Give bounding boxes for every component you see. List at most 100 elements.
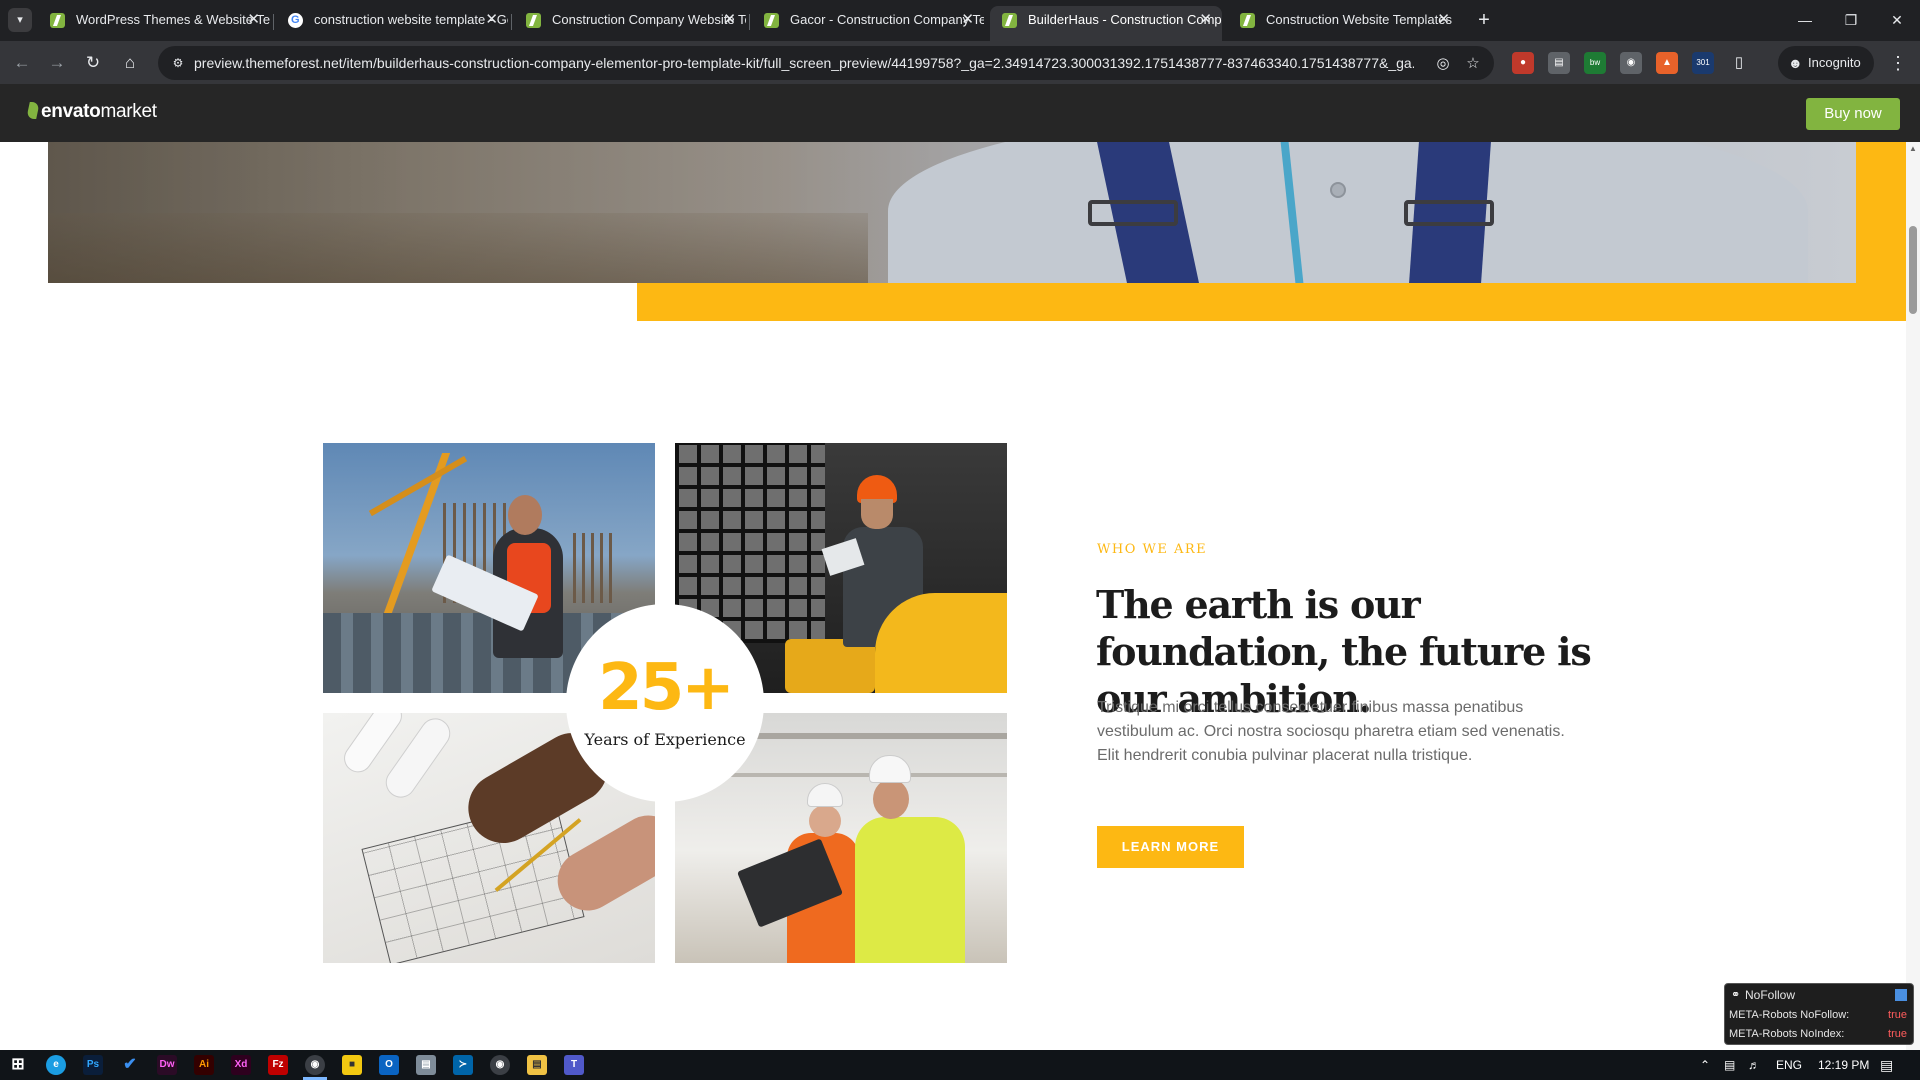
redirect-badge-icon[interactable]: 301 xyxy=(1692,52,1714,74)
close-icon[interactable]: ✕ xyxy=(247,6,260,34)
extension-printer-icon[interactable]: ▤ xyxy=(1548,52,1570,74)
machine-body xyxy=(875,593,1007,693)
close-icon[interactable]: ✕ xyxy=(723,6,736,34)
tab-builderhaus[interactable]: BuilderHaus - Construction Company Eleme… xyxy=(990,6,1222,41)
tab-construction-templates[interactable]: Construction Website Templates ✕ xyxy=(1228,6,1460,41)
google-icon xyxy=(288,6,303,34)
inspector-face xyxy=(873,779,909,819)
envato-icon xyxy=(1002,13,1017,28)
teams-icon[interactable]: T xyxy=(564,1055,584,1075)
nofollow-row-label: META-Robots NoIndex: xyxy=(1729,1028,1845,1040)
tab-title: Construction Company Website Template xyxy=(552,12,746,27)
dreamweaver-icon[interactable]: Dw xyxy=(157,1055,177,1075)
envato-market-logo[interactable]: envatomarket xyxy=(26,101,157,123)
inspector-face xyxy=(809,805,841,837)
close-icon[interactable]: ✕ xyxy=(961,6,974,34)
todo-icon[interactable]: ✔ xyxy=(120,1055,140,1075)
hero-shade xyxy=(48,142,948,283)
buy-now-button[interactable]: Buy now xyxy=(1806,98,1900,130)
learn-more-button[interactable]: LEARN MORE xyxy=(1097,826,1244,868)
close-icon[interactable]: ✕ xyxy=(1437,6,1450,34)
sticky-notes-icon[interactable]: ■ xyxy=(342,1055,362,1075)
photoshop-icon[interactable]: Ps xyxy=(83,1055,103,1075)
illustrator-icon[interactable]: Ai xyxy=(194,1055,214,1075)
close-window-icon[interactable]: ✕ xyxy=(1874,6,1920,34)
tab-divider xyxy=(511,14,512,30)
edge-icon[interactable]: e xyxy=(46,1055,66,1075)
tray-chevron-icon[interactable]: ⌃ xyxy=(1700,1050,1710,1080)
tab-gacor[interactable]: Gacor - Construction Company Template Ki… xyxy=(752,6,984,41)
home-icon[interactable]: ⌂ xyxy=(116,49,144,77)
page-scrollbar[interactable]: ▲ xyxy=(1906,142,1920,1050)
envato-leaf-icon xyxy=(26,102,40,119)
incognito-label: Incognito xyxy=(1808,55,1861,70)
close-icon[interactable]: ✕ xyxy=(1199,6,1212,34)
notepad-icon[interactable]: ▤ xyxy=(416,1055,436,1075)
photo-collage: 25+ Years of Experience xyxy=(323,443,1007,963)
chrome-profile-icon[interactable]: ◉ xyxy=(490,1055,510,1075)
camera-icon[interactable]: ◉ xyxy=(1620,52,1642,74)
close-icon[interactable]: ✕ xyxy=(485,6,498,34)
section-body: Tristique mi orci tellus consectetuer fi… xyxy=(1097,699,1565,764)
file-explorer-icon[interactable]: ▤ xyxy=(527,1055,547,1075)
filezilla-icon[interactable]: Fz xyxy=(268,1055,288,1075)
browser-menu-icon[interactable]: ⋮ xyxy=(1886,49,1910,77)
machine-step xyxy=(785,639,875,693)
section-eyebrow: WHO WE ARE xyxy=(1097,542,1208,557)
extension-orange-icon[interactable]: ▲ xyxy=(1656,52,1678,74)
notifications-icon[interactable]: ▤ xyxy=(1880,1050,1893,1080)
extensions-puzzle-icon[interactable]: ▯ xyxy=(1728,52,1750,74)
tab-title: BuilderHaus - Construction Company Eleme… xyxy=(1028,12,1222,27)
clock[interactable]: 12:19 PM xyxy=(1818,1050,1869,1080)
xd-icon[interactable]: Xd xyxy=(231,1055,251,1075)
extension-green-icon[interactable]: bw xyxy=(1584,52,1606,74)
windows-taskbar: ⊞ e Ps ✔ Dw Ai Xd Fz ◉ ■ O ▤ ≻ ◉ ▤ T ⌃ ▤… xyxy=(0,1050,1920,1080)
nofollow-row-value: true xyxy=(1888,1028,1907,1040)
hero-shirt-button xyxy=(1330,182,1346,198)
hero-image xyxy=(48,142,1856,283)
hero-buckle-left xyxy=(1088,200,1178,226)
link-icon: ⚭ xyxy=(1731,989,1741,1001)
url-text[interactable]: preview.themeforest.net/item/builderhaus… xyxy=(194,55,1414,71)
restore-icon[interactable]: ❐ xyxy=(1828,6,1874,34)
envato-icon xyxy=(764,13,779,28)
logo-light-text: market xyxy=(100,101,157,122)
vscode-icon[interactable]: ≻ xyxy=(453,1055,473,1075)
browser-toolbar: ← → ↻ ⌂ ⚙ preview.themeforest.net/item/b… xyxy=(0,41,1920,84)
tab-search-button[interactable]: ▾ xyxy=(8,8,32,32)
nofollow-row-value: true xyxy=(1888,1009,1907,1021)
language-indicator[interactable]: ENG xyxy=(1776,1050,1802,1080)
new-tab-button[interactable]: + xyxy=(1470,6,1498,34)
scroll-up-icon[interactable]: ▲ xyxy=(1909,144,1917,153)
tab-divider xyxy=(273,14,274,30)
incognito-chip[interactable]: ☻ Incognito xyxy=(1778,46,1874,80)
nofollow-close-icon[interactable] xyxy=(1895,989,1907,1001)
outlook-icon[interactable]: O xyxy=(379,1055,399,1075)
network-icon[interactable]: ▤ xyxy=(1724,1050,1735,1080)
bookmark-star-icon[interactable]: ☆ xyxy=(1462,53,1484,75)
tab-title: Construction Website Templates xyxy=(1266,12,1452,27)
chrome-icon[interactable]: ◉ xyxy=(305,1055,325,1075)
envato-icon xyxy=(1240,13,1255,28)
extension-red-icon[interactable]: ● xyxy=(1512,52,1534,74)
back-icon[interactable]: ← xyxy=(8,49,36,77)
envato-icon xyxy=(50,13,65,28)
reload-icon[interactable]: ↻ xyxy=(79,49,107,77)
tab-construction-company[interactable]: Construction Company Website Template ✕ xyxy=(514,6,746,41)
tab-wordpress-themes[interactable]: WordPress Themes & Website Templates ✕ xyxy=(38,6,270,41)
windows-start-icon[interactable]: ⊞ xyxy=(8,1055,28,1075)
scroll-thumb[interactable] xyxy=(1909,226,1917,314)
address-bar[interactable]: ⚙ preview.themeforest.net/item/builderha… xyxy=(158,46,1494,80)
white-helmet xyxy=(869,755,911,783)
minimize-icon[interactable]: — xyxy=(1782,6,1828,34)
inspector-yellow-vest xyxy=(855,817,965,963)
volume-icon[interactable]: ♬ xyxy=(1748,1050,1760,1080)
tab-google-search[interactable]: construction website template - Google S… xyxy=(276,6,508,41)
eye-off-icon[interactable]: ◎ xyxy=(1432,53,1454,75)
site-info-icon[interactable]: ⚙ xyxy=(168,53,188,73)
hero-shirt xyxy=(888,142,1808,283)
nofollow-title: NoFollow xyxy=(1745,988,1796,1002)
page-viewport: 25+ Years of Experience WHO WE ARE The e… xyxy=(0,142,1920,1050)
forward-icon[interactable]: → xyxy=(43,49,71,77)
nofollow-popup: ⚭ NoFollow META-Robots NoFollow: true ME… xyxy=(1724,983,1914,1045)
